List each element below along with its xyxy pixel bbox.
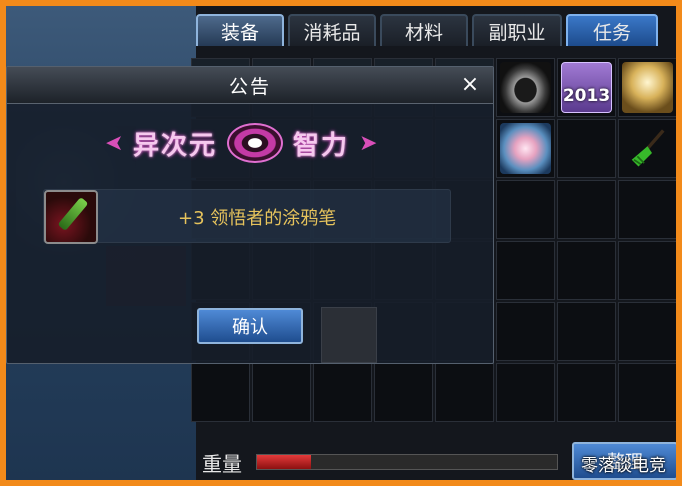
inventory-slot[interactable] xyxy=(496,363,555,422)
close-icon[interactable]: × xyxy=(457,71,483,97)
inventory-slot[interactable] xyxy=(374,363,433,422)
tab-sub-profession[interactable]: 副职业 xyxy=(472,14,562,46)
tab-quest[interactable]: 任务 xyxy=(566,14,658,46)
inventory-slot[interactable] xyxy=(618,302,676,361)
inventory-slot[interactable] xyxy=(618,363,676,422)
reward-item-name: +3 领悟者的涂鸦笔 xyxy=(178,208,337,229)
orb-icon[interactable] xyxy=(500,123,551,174)
inventory-slot[interactable] xyxy=(557,180,616,239)
inventory-slot[interactable] xyxy=(557,363,616,422)
inventory-tabs: 装备 消耗品 材料 副职业 任务 xyxy=(196,14,658,46)
inventory-slot[interactable] xyxy=(618,119,676,178)
announcement-dialog: 公告 × ➤ 异次元 智力 ➤ +3 领悟者的涂鸦笔 确认 xyxy=(6,66,494,364)
tab-consumables[interactable]: 消耗品 xyxy=(288,14,376,46)
inventory-slot[interactable] xyxy=(496,302,555,361)
inventory-slot[interactable] xyxy=(557,241,616,300)
paintbrush-icon[interactable] xyxy=(44,190,98,244)
tab-equipment[interactable]: 装备 xyxy=(196,14,284,46)
inventory-slot[interactable] xyxy=(557,302,616,361)
event-banner: ➤ 异次元 智力 ➤ xyxy=(91,115,391,171)
inventory-slot[interactable] xyxy=(496,241,555,300)
trophy-icon[interactable] xyxy=(622,62,673,113)
badge-year-text: 2013 xyxy=(562,86,611,106)
broom-icon[interactable] xyxy=(625,126,670,171)
eye-icon xyxy=(227,123,283,163)
weight-bar-fill xyxy=(257,455,311,469)
badge-2013-icon[interactable]: 2013 xyxy=(561,62,612,113)
inventory-slot[interactable]: 2013 xyxy=(557,58,616,117)
inventory-slot[interactable] xyxy=(618,58,676,117)
weight-label: 重量 xyxy=(202,452,242,476)
reward-row: +3 领悟者的涂鸦笔 xyxy=(43,189,451,244)
banner-text-right: 智力 xyxy=(293,130,350,161)
game-window: 装备 消耗品 材料 副职业 任务 2013 公告 × ➤ 异次元 智力 ➤ +3… xyxy=(6,6,676,480)
inventory-slot[interactable] xyxy=(496,119,555,178)
inventory-slot[interactable] xyxy=(321,307,377,363)
inventory-slot[interactable] xyxy=(435,363,494,422)
inventory-slot[interactable] xyxy=(496,180,555,239)
tab-materials[interactable]: 材料 xyxy=(380,14,468,46)
banner-text-left: 异次元 xyxy=(132,130,217,161)
inventory-slot[interactable] xyxy=(252,363,311,422)
inventory-slot[interactable] xyxy=(618,241,676,300)
inventory-slot[interactable] xyxy=(496,58,555,117)
dialog-header: 公告 × xyxy=(7,67,493,104)
inventory-slot[interactable] xyxy=(618,180,676,239)
inventory-slot[interactable] xyxy=(313,363,372,422)
inventory-slot[interactable] xyxy=(191,363,250,422)
watermark-text: 零落谈电竞 xyxy=(581,456,666,476)
inventory-slot[interactable] xyxy=(557,119,616,178)
dialog-title: 公告 xyxy=(228,75,271,98)
belt-icon[interactable] xyxy=(500,62,551,113)
confirm-button[interactable]: 确认 xyxy=(197,308,303,344)
arrow-left-icon: ➤ xyxy=(104,130,123,156)
arrow-right-icon: ➤ xyxy=(359,130,378,156)
weight-bar xyxy=(256,454,558,470)
